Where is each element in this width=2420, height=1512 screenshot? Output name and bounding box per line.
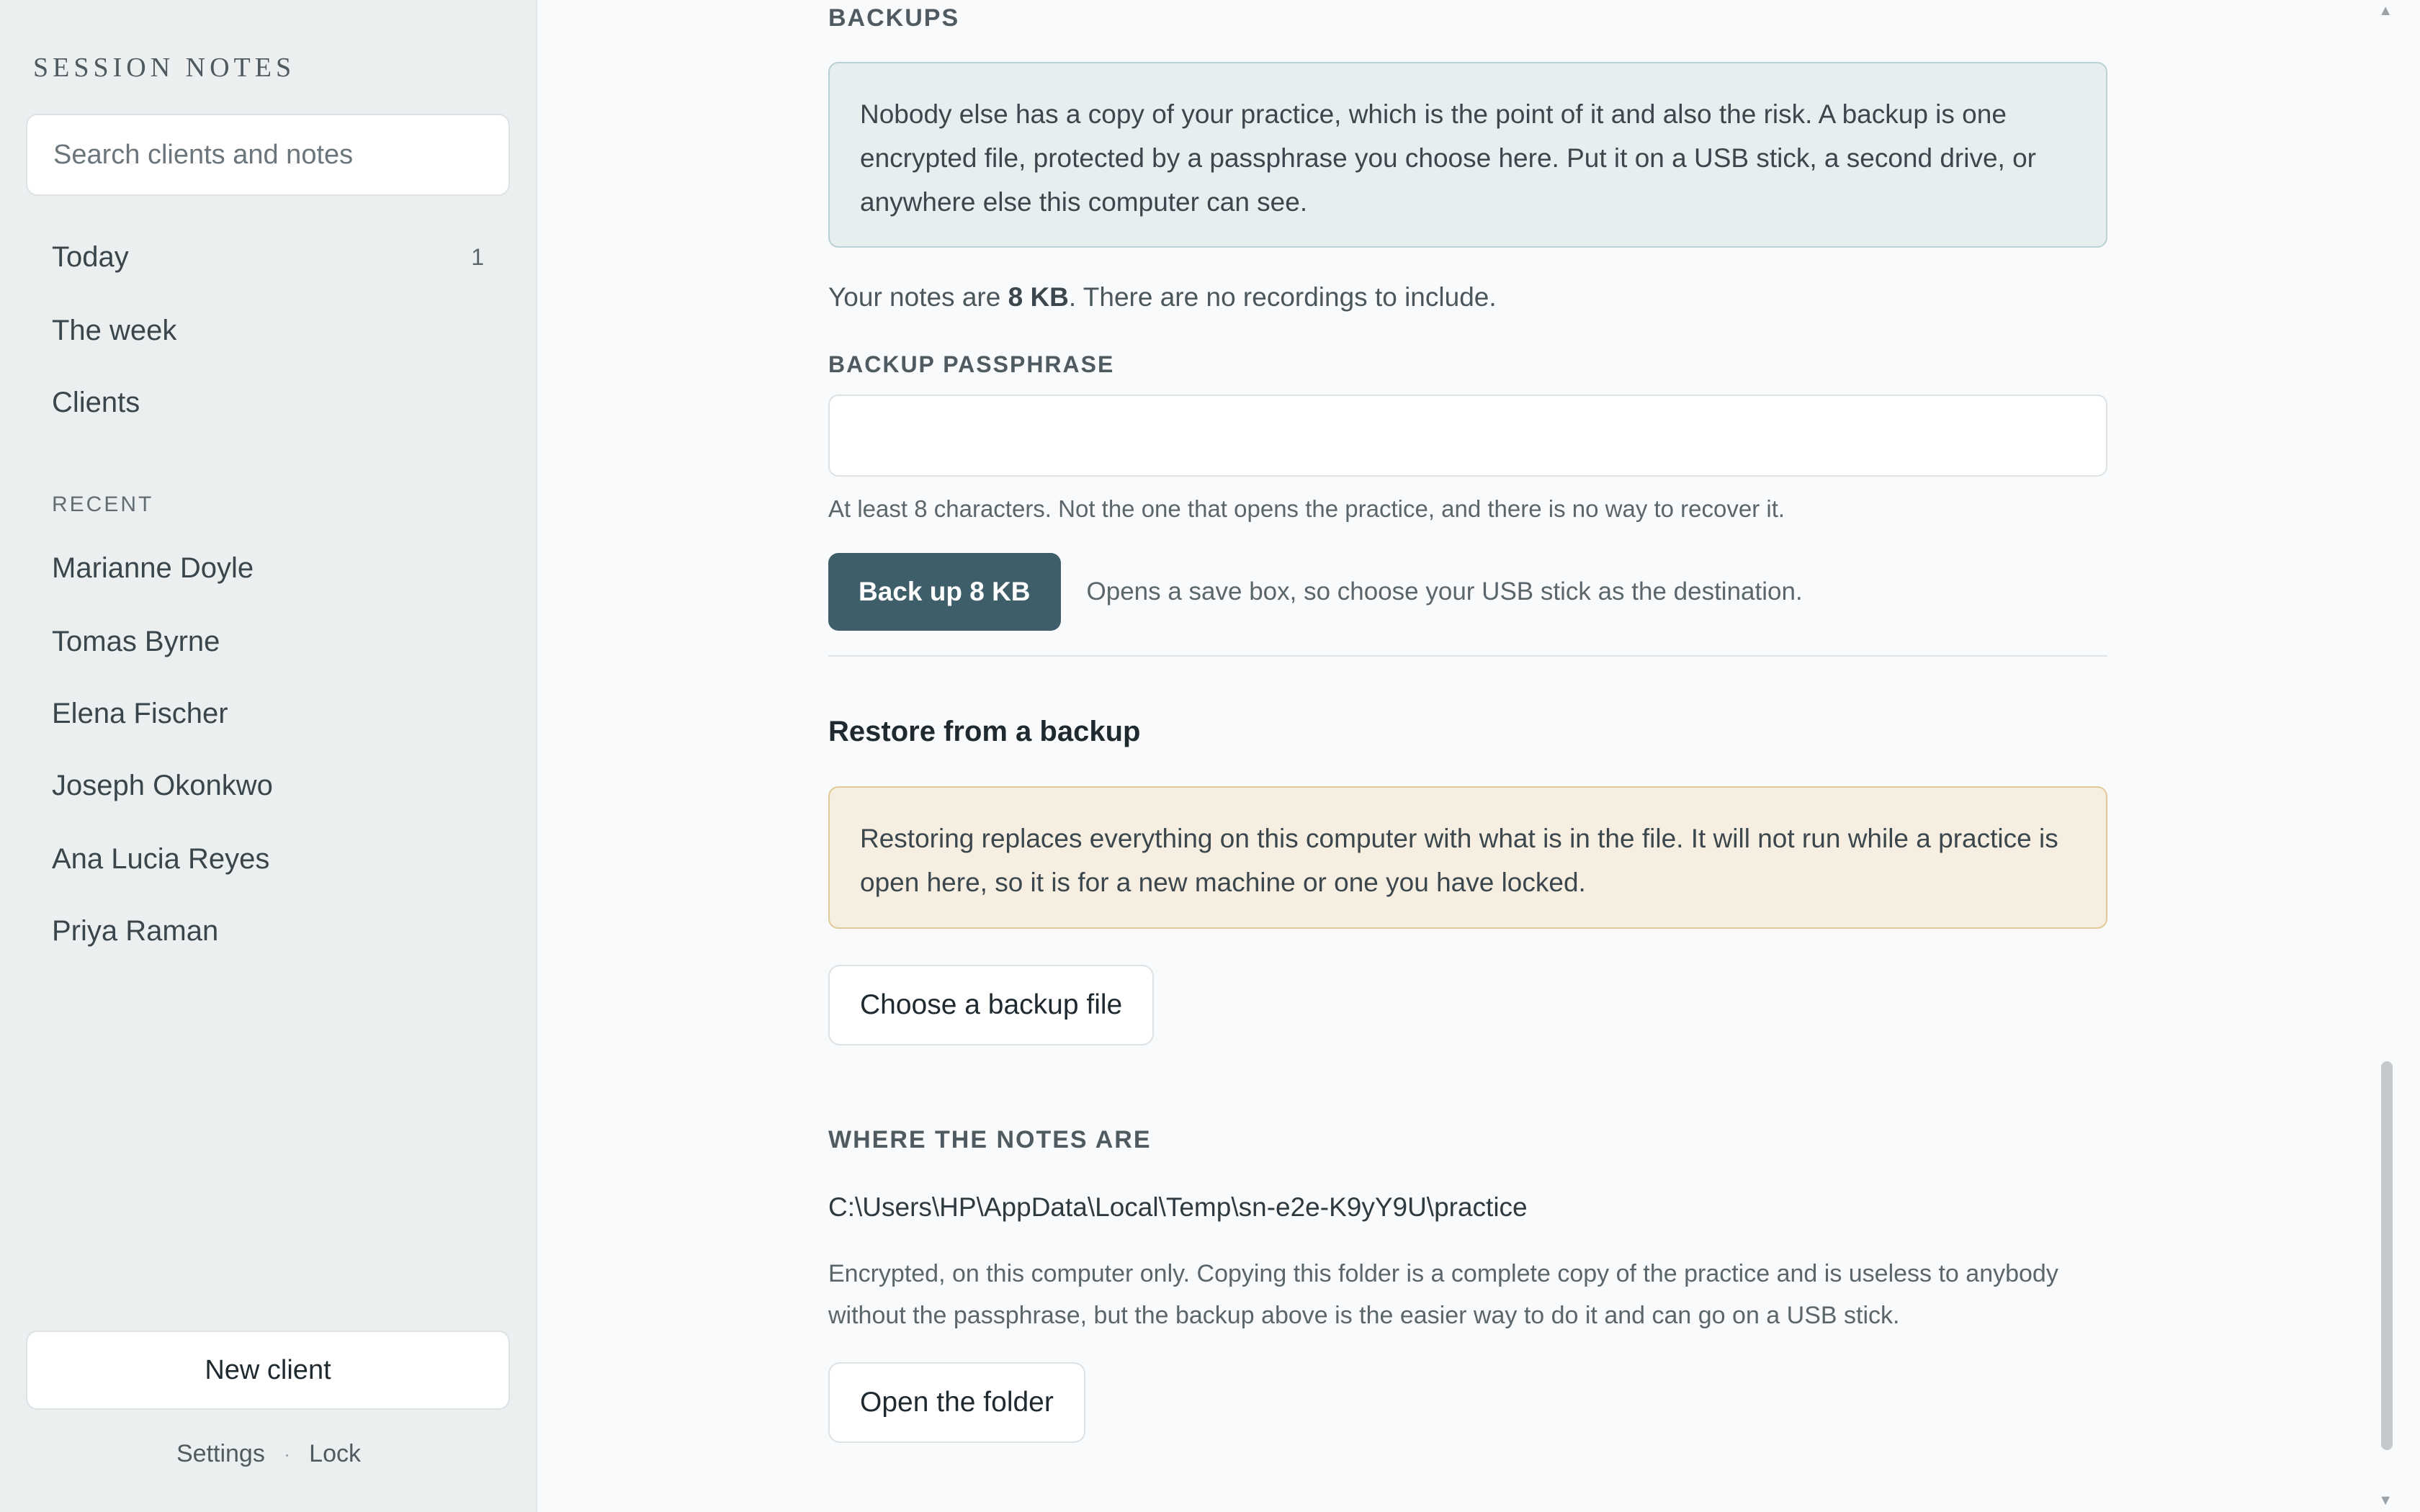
notes-size-suffix: . There are no recordings to include. xyxy=(1068,282,1497,312)
nav-item-the-week[interactable]: The week xyxy=(26,300,510,361)
passphrase-hint: At least 8 characters. Not the one that … xyxy=(828,495,1785,522)
sidebar-footer: Settings · Lock xyxy=(0,1440,537,1468)
nav-item-clients[interactable]: Clients xyxy=(26,372,510,433)
nav-item-label: The week xyxy=(52,314,177,346)
new-client-button[interactable]: New client xyxy=(26,1331,510,1410)
backup-passphrase-input[interactable] xyxy=(828,395,2107,477)
scroll-up-icon[interactable]: ▲ xyxy=(2378,3,2393,19)
lock-link[interactable]: Lock xyxy=(309,1440,361,1468)
scrollbar-thumb[interactable] xyxy=(2381,1061,2393,1450)
today-count-badge: 1 xyxy=(471,243,484,270)
backup-action-row: Back up 8 KB Opens a save box, so choose… xyxy=(828,553,2107,631)
notes-size-value: 8 KB xyxy=(1008,282,1069,312)
open-folder-row: Open the folder xyxy=(828,1362,2107,1443)
app-window: SESSION NOTES Today 1 The week Clients R… xyxy=(0,0,2420,1512)
backups-heading: BACKUPS xyxy=(828,4,960,32)
footer-separator: · xyxy=(283,1442,291,1465)
sidebar: SESSION NOTES Today 1 The week Clients R… xyxy=(0,0,537,1512)
notes-folder-path: C:\Users\HP\AppData\Local\Temp\sn-e2e-K9… xyxy=(828,1192,1528,1222)
search-input[interactable] xyxy=(26,114,510,196)
restore-action-row: Choose a backup file xyxy=(828,965,2107,1045)
open-folder-button[interactable]: Open the folder xyxy=(828,1362,1085,1443)
backup-hint: Opens a save box, so choose your USB sti… xyxy=(1086,577,1803,606)
recent-section-label: RECENT xyxy=(52,492,154,516)
scroll-down-icon[interactable]: ▼ xyxy=(2378,1493,2393,1509)
notes-size-prefix: Your notes are xyxy=(828,282,1008,312)
settings-link[interactable]: Settings xyxy=(176,1440,265,1468)
notes-location-description: Encrypted, on this computer only. Copyin… xyxy=(828,1260,2058,1329)
restore-warning-box: Restoring replaces everything on this co… xyxy=(828,786,2107,929)
recent-client-item[interactable]: Priya Raman xyxy=(26,900,510,962)
backups-info-box: Nobody else has a copy of your practice,… xyxy=(828,62,2107,248)
section-divider xyxy=(828,655,2107,657)
app-brand: SESSION NOTES xyxy=(33,53,296,83)
back-up-button[interactable]: Back up 8 KB xyxy=(828,553,1061,631)
recent-client-item[interactable]: Joseph Okonkwo xyxy=(26,755,510,816)
recent-client-item[interactable]: Marianne Doyle xyxy=(26,537,510,599)
nav-item-label: Today xyxy=(52,240,129,273)
nav-item-today[interactable]: Today 1 xyxy=(26,226,510,288)
main-scrollbar[interactable]: ▲ ▼ xyxy=(2374,0,2397,1512)
recent-client-item[interactable]: Tomas Byrne xyxy=(26,611,510,672)
notes-location-heading: WHERE THE NOTES ARE xyxy=(828,1126,1152,1153)
recent-client-item[interactable]: Ana Lucia Reyes xyxy=(26,828,510,890)
restore-title: Restore from a backup xyxy=(828,716,1141,747)
passphrase-label: BACKUP PASSPHRASE xyxy=(828,351,1115,377)
recent-client-item[interactable]: Elena Fischer xyxy=(26,683,510,744)
nav-item-label: Clients xyxy=(52,386,140,418)
settings-main: BACKUPS Nobody else has a copy of your p… xyxy=(539,0,2397,1512)
choose-backup-file-button[interactable]: Choose a backup file xyxy=(828,965,1155,1045)
notes-size-text: Your notes are 8 KB. There are no record… xyxy=(828,282,2107,312)
